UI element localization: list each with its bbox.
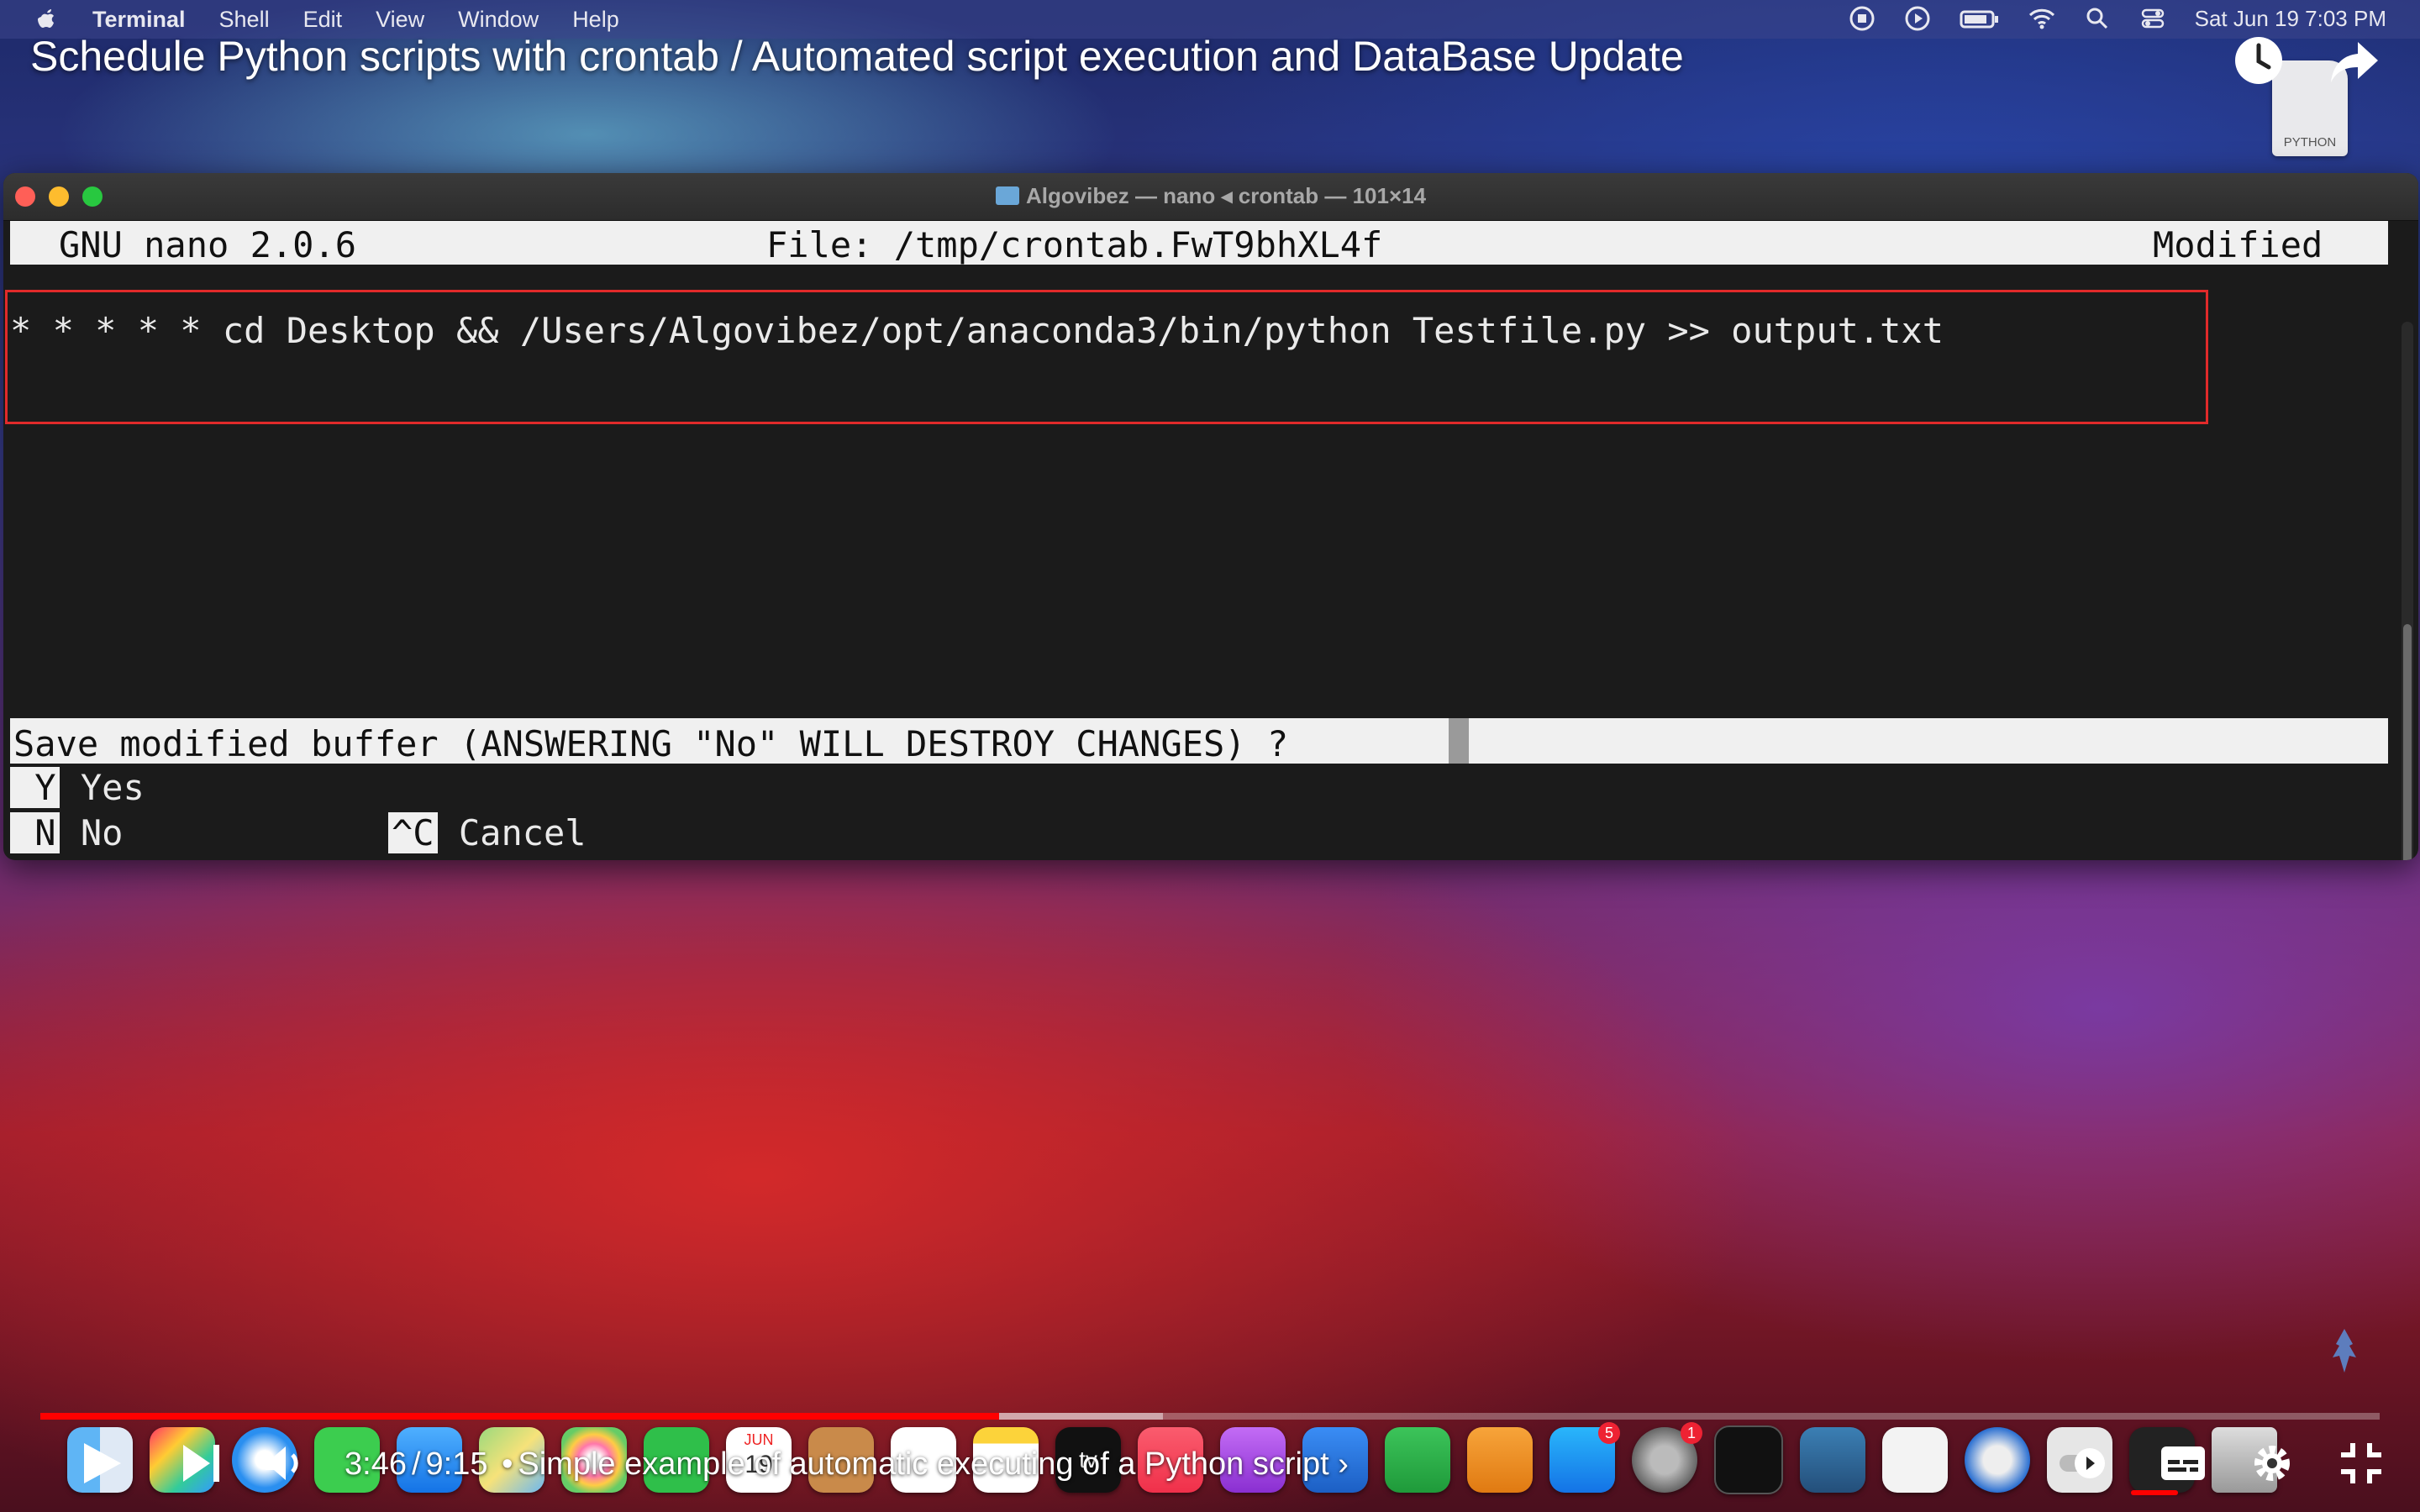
nano-header-bar: GNU nano 2.0.6 File: /tmp/crontab.FwT9bh… — [10, 221, 2388, 265]
option-cancel-key: ^C — [388, 812, 438, 853]
settings-gear-icon[interactable] — [2247, 1438, 2297, 1488]
duration: 9:15 — [425, 1446, 488, 1482]
volume-icon[interactable] — [260, 1438, 311, 1488]
wifi-icon[interactable] — [2028, 5, 2055, 32]
option-no[interactable]: N No — [10, 812, 123, 853]
scrollbar-thumb[interactable] — [2403, 624, 2412, 860]
play-icon[interactable] — [76, 1438, 126, 1488]
window-title: Algovibez — nano ◂ crontab — 101×14 — [1025, 183, 1427, 208]
menubar-clock[interactable]: Sat Jun 19 7:03 PM — [2195, 6, 2386, 32]
option-no-label: No — [80, 812, 124, 853]
chapter-title: Simple example of automatic executing of… — [518, 1446, 1329, 1482]
time-separator: / — [411, 1446, 421, 1482]
exit-fullscreen-icon[interactable] — [2336, 1438, 2386, 1488]
folder-icon — [995, 186, 1019, 205]
chapter-chevron-icon: › — [1338, 1446, 1349, 1482]
channel-watermark-logo[interactable] — [2319, 1326, 2370, 1376]
terminal-scrollbar[interactable] — [2402, 322, 2413, 860]
menu-terminal[interactable]: Terminal — [92, 7, 186, 33]
menu-edit[interactable]: Edit — [303, 7, 343, 33]
subtitles-cc-icon[interactable] — [2158, 1438, 2208, 1488]
crontab-entry[interactable]: * * * * * cd Desktop && /Users/Algovibez… — [10, 310, 1944, 351]
menu-view[interactable]: View — [376, 7, 424, 33]
terminal-content[interactable]: GNU nano 2.0.6 File: /tmp/crontab.FwT9bh… — [3, 221, 2418, 860]
chapter-separator: • — [502, 1446, 513, 1482]
record-icon[interactable] — [1849, 5, 1876, 32]
menu-shell[interactable]: Shell — [219, 7, 270, 33]
save-prompt-bar: Save modified buffer (ANSWERING "No" WIL… — [10, 718, 2388, 764]
save-prompt-text: Save modified buffer (ANSWERING "No" WIL… — [13, 723, 1289, 764]
menu-help[interactable]: Help — [572, 7, 619, 33]
python-file-label: PYTHON — [2283, 135, 2337, 150]
spotlight-search-icon[interactable] — [2084, 5, 2111, 32]
battery-icon[interactable] — [1960, 5, 2000, 32]
apple-icon[interactable] — [37, 7, 57, 30]
watch-later-clock-icon[interactable] — [2232, 34, 2286, 87]
option-cancel-label: Cancel — [458, 812, 587, 853]
option-no-key: N — [10, 812, 60, 853]
video-title[interactable]: Schedule Python scripts with crontab / A… — [30, 32, 1684, 81]
option-yes[interactable]: Y Yes — [10, 767, 145, 808]
time-and-chapter[interactable]: 3:46/9:15 • Simple example of automatic e… — [345, 1446, 1349, 1483]
terminal-window: Algovibez — nano ◂ crontab — 101×14 GNU … — [3, 173, 2418, 860]
nano-version: GNU nano 2.0.6 — [59, 224, 357, 265]
option-cancel[interactable]: ^C Cancel — [388, 812, 587, 853]
terminal-titlebar[interactable]: Algovibez — nano ◂ crontab — 101×14 — [3, 173, 2418, 221]
text-cursor — [1449, 718, 1469, 764]
control-center-icon[interactable] — [2139, 5, 2166, 32]
next-video-icon[interactable] — [176, 1438, 227, 1488]
subtitles-active-indicator — [2131, 1490, 2178, 1495]
share-arrow-icon[interactable] — [2328, 34, 2381, 87]
autoplay-toggle-icon[interactable] — [2044, 1438, 2119, 1488]
menu-window[interactable]: Window — [458, 7, 539, 33]
play-circle-icon[interactable] — [1904, 5, 1931, 32]
option-yes-label: Yes — [80, 767, 145, 808]
nano-modified-status: Modified — [2153, 224, 2323, 265]
option-yes-key: Y — [10, 767, 60, 808]
current-time: 3:46 — [345, 1446, 407, 1482]
nano-file-name: File: /tmp/crontab.FwT9bhXL4f — [766, 224, 1383, 265]
